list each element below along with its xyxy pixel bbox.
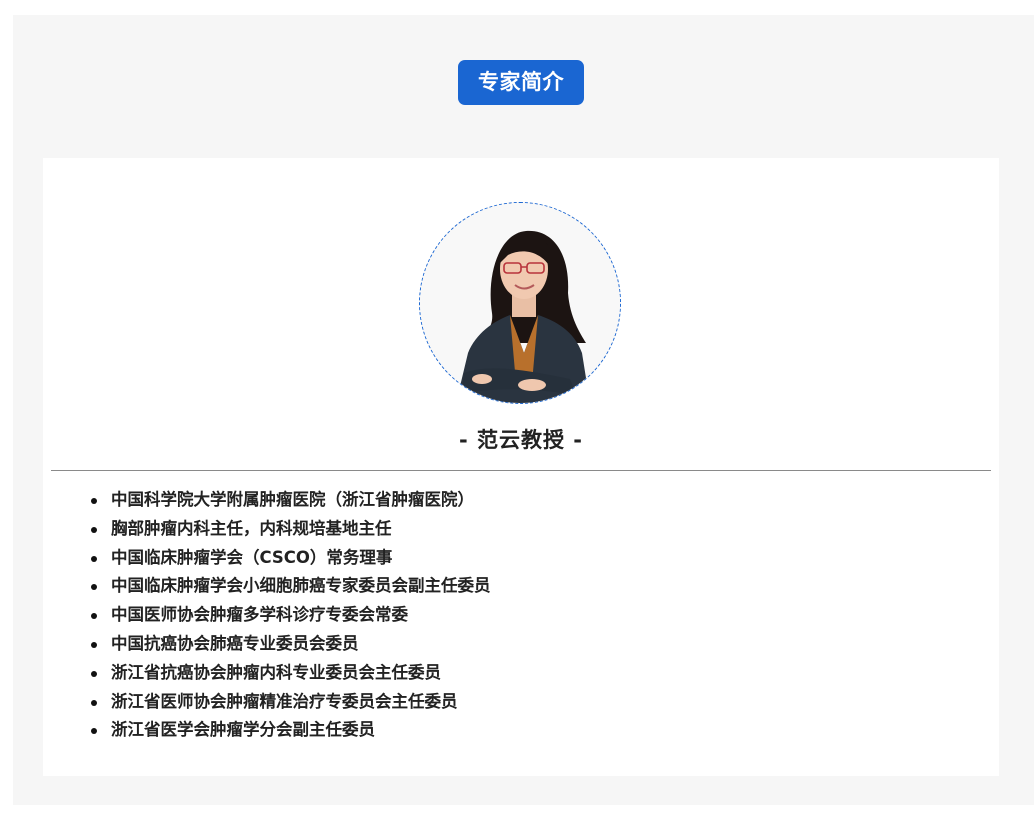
list-item: 中国抗癌协会肺癌专业委员会委员 xyxy=(91,630,491,659)
portrait-illustration xyxy=(420,203,620,403)
divider xyxy=(51,470,991,471)
list-item: 中国临床肿瘤学会小细胞肺癌专家委员会副主任委员 xyxy=(91,572,491,601)
expert-photo xyxy=(419,202,621,404)
page-container: 专家简介 - 范云教授 - 中国科学院大学附属肿瘤医院（浙江省肿瘤医院） 胸部肿… xyxy=(13,15,1034,805)
list-item: 胸部肿瘤内科主任，内科规培基地主任 xyxy=(91,515,491,544)
list-item: 中国医师协会肿瘤多学科诊疗专委会常委 xyxy=(91,601,491,630)
expert-profile-card: - 范云教授 - 中国科学院大学附属肿瘤医院（浙江省肿瘤医院） 胸部肿瘤内科主任… xyxy=(43,158,999,776)
list-item: 浙江省医师协会肿瘤精准治疗专委员会主任委员 xyxy=(91,688,491,717)
expert-name: - 范云教授 - xyxy=(458,428,584,452)
list-item: 中国科学院大学附属肿瘤医院（浙江省肿瘤医院） xyxy=(91,486,491,515)
list-item: 浙江省医学会肿瘤学分会副主任委员 xyxy=(91,716,491,745)
list-item: 浙江省抗癌协会肿瘤内科专业委员会主任委员 xyxy=(91,659,491,688)
credentials-list: 中国科学院大学附属肿瘤医院（浙江省肿瘤医院） 胸部肿瘤内科主任，内科规培基地主任… xyxy=(91,486,491,745)
section-title-badge: 专家简介 xyxy=(458,60,584,105)
list-item: 中国临床肿瘤学会（CSCO）常务理事 xyxy=(91,544,491,573)
